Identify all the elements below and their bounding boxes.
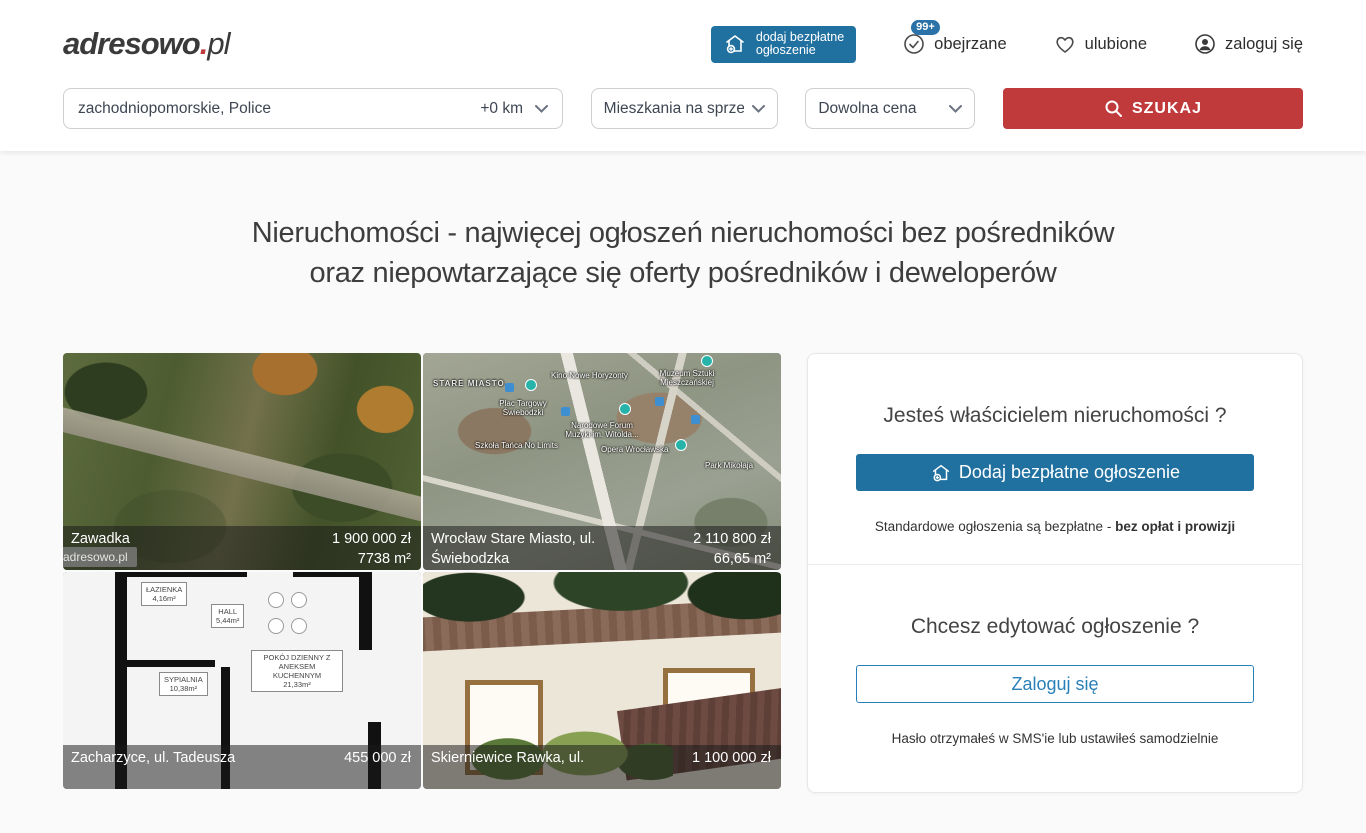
listing-price: 1 100 000 zł [692, 750, 771, 766]
house-plus-icon [723, 32, 747, 56]
chevron-down-icon [949, 105, 962, 113]
location-input[interactable]: zachodniopomorskie, Police +0 km [63, 88, 563, 129]
login-link[interactable]: zaloguj się [1193, 32, 1303, 56]
map-label: Plac Targowy Świebodzki [489, 399, 557, 417]
add-listing-sidebar-label: Dodaj bezpłatne ogłoszenie [959, 462, 1180, 483]
add-listing-header-button[interactable]: dodaj bezpłatne ogłoszenie [711, 26, 856, 63]
listing-card-zacharzyce[interactable]: ŁAZIENKA 4,16m² HALL 5,44m² SYPIALNIA 10… [63, 572, 421, 789]
radius-value: +0 km [480, 100, 523, 118]
logo-text: adresowo [63, 26, 200, 61]
add-listing-sidebar-button[interactable]: Dodaj bezpłatne ogłoszenie [856, 454, 1254, 491]
user-icon [1193, 32, 1217, 56]
listing-area: 66,65 m² [714, 551, 771, 567]
category-value: Mieszkania na sprzedaż [604, 100, 744, 118]
place-pin-icon [701, 355, 713, 367]
house-plus-icon [930, 462, 952, 484]
category-select[interactable]: Mieszkania na sprzedaż [591, 88, 778, 129]
place-pin-icon [525, 379, 537, 391]
map-label: Kino Nowe Horyzonty [551, 371, 628, 380]
map-label: STARE MIASTO [433, 379, 505, 388]
search-submit-button[interactable]: SZUKAJ [1003, 88, 1303, 129]
search-icon [1104, 99, 1123, 118]
transit-pin-icon [505, 383, 514, 392]
room-area: 10,38m² [170, 684, 198, 693]
add-listing-label-line2: ogłoszenie [756, 43, 816, 57]
listing-price: 1 900 000 zł [332, 531, 411, 547]
viewed-link[interactable]: 99+ obejrzane [902, 32, 1006, 56]
listing-overlay: Skierniewice Rawka, ul. 1 100 000 zł [423, 745, 781, 789]
search-submit-label: SZUKAJ [1132, 100, 1202, 118]
owner-section-title: Jesteś właścicielem nieruchomości ? [856, 404, 1254, 428]
listing-overlay: Wrocław Stare Miasto, ul. Świebodzka 2 1… [423, 526, 781, 570]
place-pin-icon [675, 439, 687, 451]
map-label: Muzeum Sztuki Mieszczańskiej [651, 369, 723, 387]
room-area: 21,33m² [283, 680, 311, 689]
sidebar: Jesteś właścicielem nieruchomości ? Doda… [807, 353, 1303, 793]
favorites-link[interactable]: ulubione [1053, 32, 1147, 56]
sidebar-login-button[interactable]: Zaloguj się [856, 665, 1254, 703]
watermark: adresowo.pl [63, 547, 137, 567]
owner-section-note: Standardowe ogłoszenia są bezpłatne - be… [856, 519, 1254, 534]
listing-area: 7738 m² [358, 551, 411, 567]
transit-pin-icon [655, 397, 664, 406]
room-name: SYPIALNIA [164, 675, 203, 684]
chevron-down-icon [535, 105, 548, 113]
page-title: Nieruchomości - najwięcej ogłoszeń nieru… [63, 213, 1303, 293]
viewed-label: obejrzane [934, 35, 1006, 54]
price-select[interactable]: Dowolna cena [805, 88, 975, 129]
note-bold: bez opłat i prowizji [1115, 519, 1235, 534]
room-name: POKÓJ DZIENNY Z ANEKSEM KUCHENNYM [264, 653, 331, 680]
transit-pin-icon [691, 415, 700, 424]
listings-grid: Zawadka 1 900 000 zł 7738 m² adresowo.pl… [63, 353, 781, 789]
listing-card-zawadka[interactable]: Zawadka 1 900 000 zł 7738 m² adresowo.pl [63, 353, 421, 570]
heart-icon [1053, 32, 1077, 56]
listing-overlay: Zacharzyce, ul. Tadeusza 455 000 zł [63, 745, 421, 789]
owner-section: Jesteś właścicielem nieruchomości ? Doda… [808, 354, 1302, 564]
listing-location: Skierniewice Rawka, ul. [431, 748, 584, 789]
transit-pin-icon [561, 407, 570, 416]
room-area: 5,44m² [216, 616, 239, 625]
edit-section: Chcesz edytować ogłoszenie ? Zaloguj się… [808, 564, 1302, 776]
favorites-label: ulubione [1085, 35, 1147, 54]
listing-price: 455 000 zł [344, 750, 411, 766]
listing-card-skierniewice[interactable]: Skierniewice Rawka, ul. 1 100 000 zł [423, 572, 781, 789]
check-circle-icon [902, 32, 926, 56]
map-label: Narodowe Forum Muzyki im. Witolda... [563, 421, 641, 439]
listing-location: Zacharzyce, ul. Tadeusza [71, 748, 235, 789]
listing-location: Wrocław Stare Miasto, ul. Świebodzka [431, 529, 631, 570]
listing-price: 2 110 800 zł [693, 531, 771, 547]
listing-card-wroclaw[interactable]: STARE MIASTO Kino Nowe Horyzonty Muzeum … [423, 353, 781, 570]
radius-dropdown[interactable]: +0 km [480, 100, 548, 118]
map-label: Opera Wrocławska [601, 445, 668, 454]
top-header: adresowo.pl dodaj bezpłatne ogłoszenie [0, 0, 1366, 151]
add-listing-label-line1: dodaj bezpłatne [756, 30, 844, 44]
location-value: zachodniopomorskie, Police [78, 100, 480, 118]
room-name: ŁAZIENKA [146, 585, 182, 594]
place-pin-icon [619, 403, 631, 415]
room-area: 4,16m² [152, 594, 175, 603]
chevron-down-icon [752, 105, 765, 113]
room-name: HALL [218, 607, 237, 616]
login-label: zaloguj się [1225, 35, 1303, 54]
edit-section-note: Hasło otrzymałeś w SMS'ie lub ustawiłeś … [856, 731, 1254, 746]
edit-section-title: Chcesz edytować ogłoszenie ? [856, 615, 1254, 639]
site-logo[interactable]: adresowo.pl [63, 26, 229, 62]
price-value: Dowolna cena [818, 100, 916, 118]
map-label: Park Mikołaja [705, 461, 753, 470]
search-bar: zachodniopomorskie, Police +0 km Mieszka… [63, 88, 1303, 151]
viewed-count-badge: 99+ [911, 20, 940, 35]
map-label: Szkoła Tańca No Limits [475, 441, 558, 450]
